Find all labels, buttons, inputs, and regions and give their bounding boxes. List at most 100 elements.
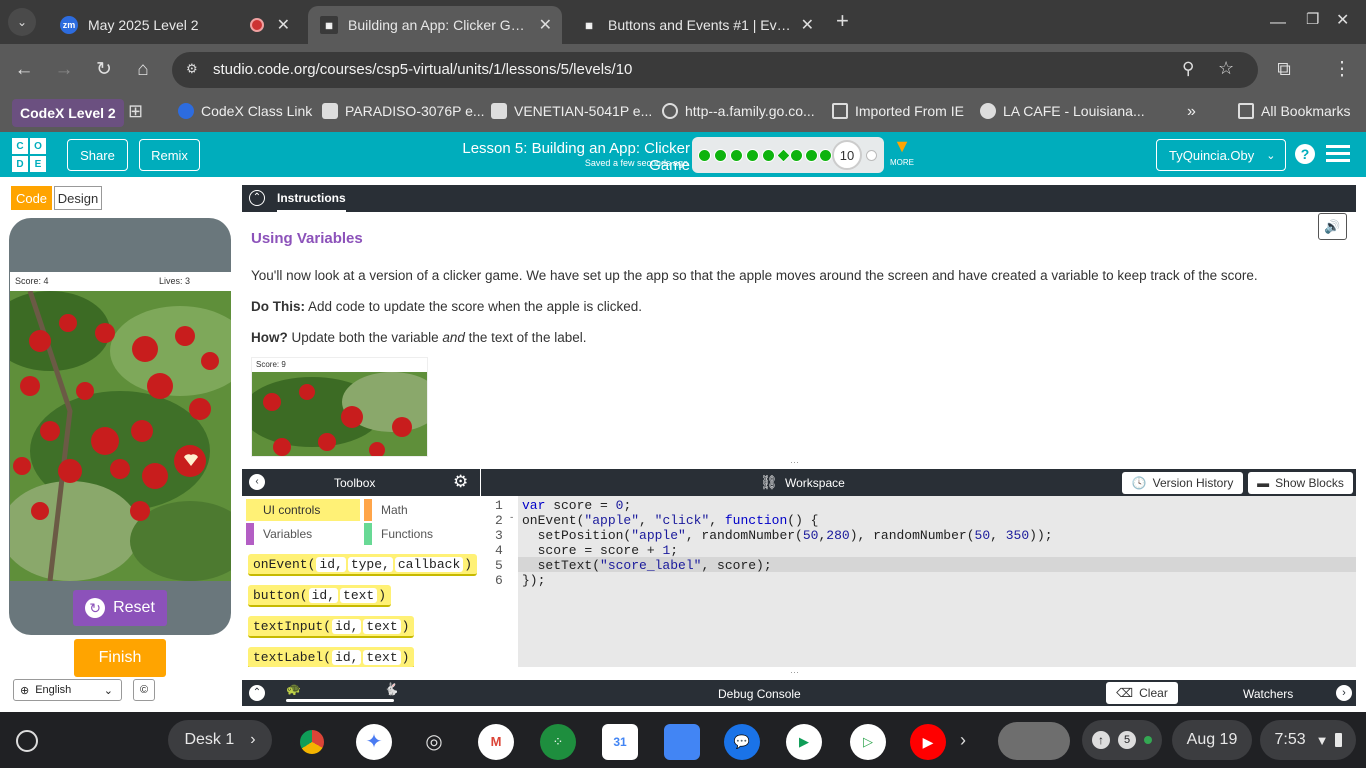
tab-search-button[interactable]: ⌄ [8, 8, 36, 36]
youtube-icon[interactable]: ▶ [910, 724, 946, 760]
expand-debug-icon[interactable]: ⌃ [249, 685, 265, 701]
block-textinput[interactable]: textInput(id, text) [248, 616, 415, 638]
back-arrow-icon[interactable]: ← [10, 56, 38, 84]
gemini-icon[interactable]: ✦ [356, 724, 392, 760]
code-line[interactable]: }); [522, 573, 545, 588]
forward-arrow-icon[interactable]: → [50, 56, 78, 84]
category-ui-controls[interactable]: UI controls [246, 499, 360, 521]
share-button[interactable]: Share [67, 139, 128, 171]
progress-dot[interactable] [730, 149, 743, 162]
extensions-icon[interactable]: ⧉ [1270, 56, 1298, 84]
gear-icon[interactable]: ⚙ [453, 472, 468, 492]
files-icon[interactable] [664, 724, 700, 760]
status-notifications[interactable]: ↑ 5 [1082, 720, 1162, 760]
calendar-icon[interactable]: 31 [602, 724, 638, 760]
progress-dot[interactable] [819, 149, 832, 162]
progress-dot[interactable] [762, 149, 775, 162]
launcher-icon[interactable] [16, 730, 38, 752]
show-blocks-button[interactable]: ▬ Show Blocks [1248, 472, 1353, 494]
more-bookmarks-icon[interactable]: » [1187, 103, 1196, 121]
bookmark-star-icon[interactable]: ☆ [1218, 58, 1234, 79]
resize-handle[interactable]: ⋯ [790, 668, 808, 677]
resize-handle[interactable]: ⋯ [790, 458, 808, 467]
category-functions[interactable]: Functions [364, 523, 478, 545]
progress-dot[interactable] [790, 149, 803, 162]
gmail-icon[interactable]: M [478, 724, 514, 760]
home-icon[interactable]: ⌂ [129, 56, 157, 84]
watchers-title[interactable]: Watchers [1243, 687, 1293, 701]
close-window-icon[interactable]: ✕ [1336, 10, 1349, 30]
progress-dot-empty[interactable] [866, 150, 877, 161]
speed-slider[interactable] [286, 699, 394, 702]
bookmark-la-cafe[interactable]: LA CAFE - Louisiana... [980, 103, 1145, 119]
apps-icon[interactable]: ⁘ [540, 724, 576, 760]
progress-dot-diamond[interactable] [776, 148, 791, 163]
messages-icon[interactable]: 💬 [724, 724, 760, 760]
desk-switcher[interactable]: Desk 1 › [168, 720, 272, 760]
tab-clicker-game[interactable]: ▦ Building an App: Clicker Game ✕ [308, 6, 562, 44]
category-variables[interactable]: Variables [246, 523, 360, 545]
finish-button[interactable]: Finish [74, 639, 166, 677]
code-line[interactable]: var score = 0; [522, 498, 631, 513]
cast-icon[interactable]: ◎ [416, 724, 452, 760]
code-org-logo[interactable]: C O D E [12, 138, 46, 172]
code-line[interactable]: setPosition("apple", randomNumber(50,280… [522, 528, 1053, 543]
remix-button[interactable]: Remix [139, 139, 200, 171]
reload-icon[interactable]: ↻ [90, 56, 118, 84]
close-icon[interactable]: ✕ [801, 15, 814, 35]
minimize-icon[interactable]: — [1270, 14, 1286, 32]
instructions-tab[interactable]: Instructions [277, 191, 346, 212]
restore-icon[interactable]: ❐ [1306, 10, 1319, 28]
progress-dot[interactable] [746, 149, 759, 162]
hamburger-menu-icon[interactable] [1326, 145, 1350, 163]
help-icon[interactable]: ? [1295, 144, 1315, 164]
close-icon[interactable]: ✕ [539, 15, 552, 35]
clear-button[interactable]: ⌫ Clear [1106, 682, 1178, 704]
zoom-search-icon[interactable]: ⚲ [1182, 59, 1194, 79]
reset-button[interactable]: ↻ Reset [73, 590, 167, 626]
more-progress-button[interactable]: ▼ MORE [890, 137, 914, 167]
new-tab-button[interactable]: + [836, 8, 849, 34]
app-screen[interactable]: Score: 4 Lives: 3 [10, 272, 231, 581]
url-text[interactable]: studio.code.org/courses/csp5-virtual/uni… [213, 61, 632, 78]
bookmark-codex-class-link[interactable]: CodeX Class Link [178, 103, 312, 119]
holding-space-thumbnail[interactable] [998, 722, 1070, 760]
user-menu[interactable]: TyQuincia.Oby ⌄ [1156, 139, 1286, 171]
chrome-icon[interactable] [294, 724, 330, 760]
version-history-button[interactable]: 🕓 Version History [1122, 472, 1243, 494]
apple-tree-image[interactable] [10, 291, 231, 581]
date-button[interactable]: Aug 19 [1172, 720, 1252, 760]
collapse-instructions-icon[interactable]: ⌃ [249, 190, 265, 206]
site-info-icon[interactable]: ⚙ [186, 61, 198, 77]
copyright-button[interactable]: © [133, 679, 155, 701]
current-level-bubble[interactable]: 10 [832, 140, 862, 170]
code-mode-toggle[interactable]: Code [11, 186, 52, 210]
progress-dot[interactable] [698, 149, 711, 162]
code-area[interactable]: var score = 0; onEvent("apple", "click",… [518, 496, 1356, 667]
close-icon[interactable]: ✕ [277, 15, 290, 35]
collapse-toolbox-icon[interactable]: ‹ [249, 474, 265, 490]
block-onevent[interactable]: onEvent(id, type, callback) [248, 554, 478, 576]
menu-dots-icon[interactable]: ⋮ [1328, 56, 1356, 84]
meet-icon[interactable]: ▶ [786, 724, 822, 760]
more-apps-chevron-icon[interactable]: › [960, 730, 966, 751]
code-line[interactable]: onEvent("apple", "click", function() { [522, 513, 819, 528]
language-select[interactable]: ⊕ English ⌄ [13, 679, 122, 701]
bookmark-family[interactable]: http--a.family.go.co... [662, 103, 815, 119]
progress-dot[interactable] [805, 149, 818, 162]
address-bar[interactable]: ⚙ studio.code.org/courses/csp5-virtual/u… [172, 52, 1258, 88]
text-to-speech-icon[interactable]: 🔊 [1318, 213, 1347, 240]
play-store-icon[interactable]: ▷ [850, 724, 886, 760]
apps-grid-icon[interactable]: ⊞ [128, 101, 143, 122]
fold-icon[interactable]: - [509, 513, 514, 523]
block-button[interactable]: button(id, text) [248, 585, 392, 607]
bookmark-folder-imported[interactable]: Imported From IE [832, 103, 964, 119]
bookmark-venetian[interactable]: VENETIAN-5041P e... [491, 103, 652, 119]
tab-buttons-events[interactable]: ▦ Buttons and Events #1 | Event-D ✕ [568, 6, 824, 44]
design-mode-toggle[interactable]: Design [54, 186, 102, 210]
code-editor[interactable]: 1 2 - 3 4 5 6 var score = 0; onEvent("ap… [481, 496, 1356, 667]
chevron-right-icon[interactable]: › [1336, 685, 1352, 701]
system-tray[interactable]: 7:53 ▼ [1260, 720, 1356, 760]
all-bookmarks-folder[interactable]: All Bookmarks [1238, 103, 1350, 119]
bookmark-paradiso[interactable]: PARADISO-3076P e... [322, 103, 485, 119]
